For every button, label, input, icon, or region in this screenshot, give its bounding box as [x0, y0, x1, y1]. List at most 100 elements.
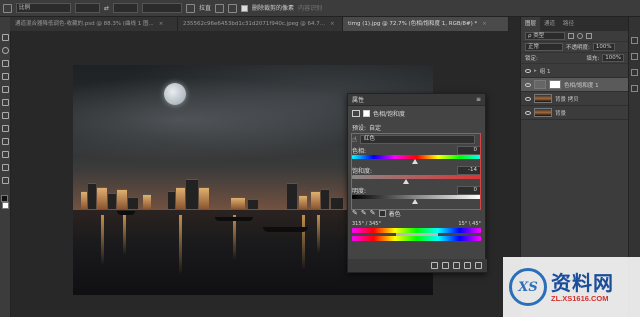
layer-kind-filter[interactable]: ρ 类型 [525, 32, 565, 40]
building [97, 187, 107, 209]
swap-button[interactable]: ⇄ [104, 4, 109, 13]
fill-label: 填充: [586, 56, 600, 62]
content-aware-label[interactable]: 内容识别 [298, 4, 322, 13]
building [299, 195, 307, 209]
tool-preset-select[interactable]: 比例 [16, 3, 71, 13]
pen-icon[interactable] [2, 151, 9, 158]
building [117, 189, 127, 209]
tab-document-2[interactable]: 235562c96e6453bd1c31d2071f940c.jpeg @ 64… [178, 17, 343, 31]
mask-icon[interactable] [363, 109, 370, 117]
moon [164, 83, 186, 105]
preset-value[interactable]: 自定 [369, 123, 381, 132]
layer-thumbnail [534, 94, 552, 103]
tab-label: 235562c96e6453bd1c31d2071f940c.jpeg @ 64… [183, 21, 325, 27]
eye-icon[interactable] [525, 110, 531, 115]
layer-group-1[interactable]: ▸ 组 1 [521, 64, 628, 78]
settings-gear-icon[interactable] [228, 3, 238, 13]
opacity-input[interactable]: 100% [592, 43, 615, 51]
properties-icon[interactable] [631, 69, 638, 76]
building [311, 191, 320, 209]
straighten-label[interactable]: 拉直 [199, 4, 211, 13]
blend-mode-select[interactable]: 正常 [525, 43, 563, 51]
view-previous-icon[interactable] [442, 262, 449, 269]
adjustment-layer-icon [534, 80, 546, 89]
eyedropper-minus-icon[interactable]: ✎ [370, 209, 376, 217]
building [248, 199, 258, 209]
filter-text-icon[interactable] [586, 33, 592, 39]
layer-hue-saturation[interactable]: 色相/饱和度 1 [521, 78, 628, 92]
tab-document-1[interactable]: 通道混合器降低调色-收藏的.psd @ 88.3% (曲线 1 图... × [10, 17, 178, 31]
quick-select-icon[interactable] [2, 60, 9, 67]
highlight-box [351, 133, 481, 210]
tools-panel [0, 17, 11, 317]
delete-cropped-label: 删除裁剪的像素 [252, 4, 295, 12]
watermark-text: 资料网 ZL.XS1616.COM [551, 272, 614, 303]
light-reflection [302, 215, 305, 270]
building [128, 197, 138, 209]
layer-name: 色相/饱和度 1 [564, 82, 599, 89]
move-tool-icon[interactable] [2, 34, 9, 41]
resolution-field[interactable] [142, 3, 183, 13]
straighten-icon[interactable] [186, 3, 196, 13]
tab-channels[interactable]: 通道 [540, 17, 559, 31]
background-color-swatch[interactable] [2, 202, 9, 209]
range-selector[interactable] [352, 233, 481, 236]
delete-icon[interactable] [475, 262, 482, 269]
eyedropper-plus-icon[interactable]: ✎ [361, 209, 367, 217]
tab-document-3[interactable]: timg (1).jpg @ 72.7% (色相/饱和度 1, RGB/8#) … [343, 17, 509, 31]
boat [215, 217, 253, 221]
panel-menu-icon[interactable]: ≡ [476, 96, 481, 103]
range-band[interactable] [396, 233, 438, 236]
building [108, 193, 116, 209]
crop-tool-icon[interactable] [3, 3, 12, 13]
text-tool-icon[interactable] [2, 164, 9, 171]
tab-layers[interactable]: 图层 [521, 17, 541, 31]
close-icon[interactable]: × [159, 21, 164, 27]
layers-panel-tabs: 图层 通道 路径 [521, 17, 628, 31]
eye-icon[interactable] [525, 68, 531, 73]
foreground-color-swatch[interactable] [1, 195, 8, 202]
lasso-tool-icon[interactable] [2, 47, 9, 54]
width-field[interactable] [75, 3, 100, 13]
building [176, 187, 185, 209]
document-tabs: 通道混合器降低调色-收藏的.psd @ 88.3% (曲线 1 图... × 23… [10, 17, 509, 31]
libraries-icon[interactable] [631, 85, 638, 92]
eye-icon[interactable] [525, 82, 531, 87]
light-reflection [101, 215, 104, 265]
eyedropper-icon[interactable] [2, 86, 9, 93]
gradient-icon[interactable] [2, 138, 9, 145]
close-icon[interactable]: × [330, 21, 335, 27]
crop-icon[interactable] [2, 73, 9, 80]
range-right: 15° \ 45° [458, 220, 481, 227]
fill-input[interactable]: 100% [602, 54, 624, 62]
hand-icon[interactable] [2, 177, 9, 184]
eraser-icon[interactable] [2, 125, 9, 132]
close-icon[interactable]: × [482, 21, 487, 27]
properties-header[interactable]: 属性 ≡ [348, 94, 485, 106]
delete-cropped-checkbox[interactable] [241, 4, 249, 12]
building [199, 187, 209, 209]
building [168, 191, 175, 209]
site-watermark: XS 资料网 ZL.XS1616.COM [503, 257, 640, 317]
eye-icon[interactable] [525, 96, 531, 101]
adjustments-icon[interactable] [631, 53, 638, 60]
layer-background-copy[interactable]: 背景 拷贝 [521, 92, 628, 106]
visibility-eye-icon[interactable] [464, 262, 471, 269]
stamp-icon[interactable] [2, 112, 9, 119]
layer-name: 组 1 [539, 68, 551, 75]
watermark-url: ZL.XS1616.COM [551, 293, 609, 303]
tab-paths[interactable]: 路径 [559, 17, 578, 31]
colorize-checkbox[interactable] [378, 209, 386, 217]
reset-icon[interactable] [453, 262, 460, 269]
brush-icon[interactable] [2, 99, 9, 106]
filter-adjust-icon[interactable] [577, 33, 583, 39]
boat [263, 227, 308, 232]
grid-overlay-icon[interactable] [215, 3, 225, 13]
layer-background[interactable]: 背景 [521, 106, 628, 120]
height-field[interactable] [113, 3, 139, 13]
properties-footer [348, 259, 487, 272]
filter-pixel-icon[interactable] [568, 33, 574, 39]
history-icon[interactable] [631, 37, 638, 44]
eyedropper-icon[interactable]: ✎ [352, 209, 358, 217]
clip-to-layer-icon[interactable] [431, 262, 438, 269]
